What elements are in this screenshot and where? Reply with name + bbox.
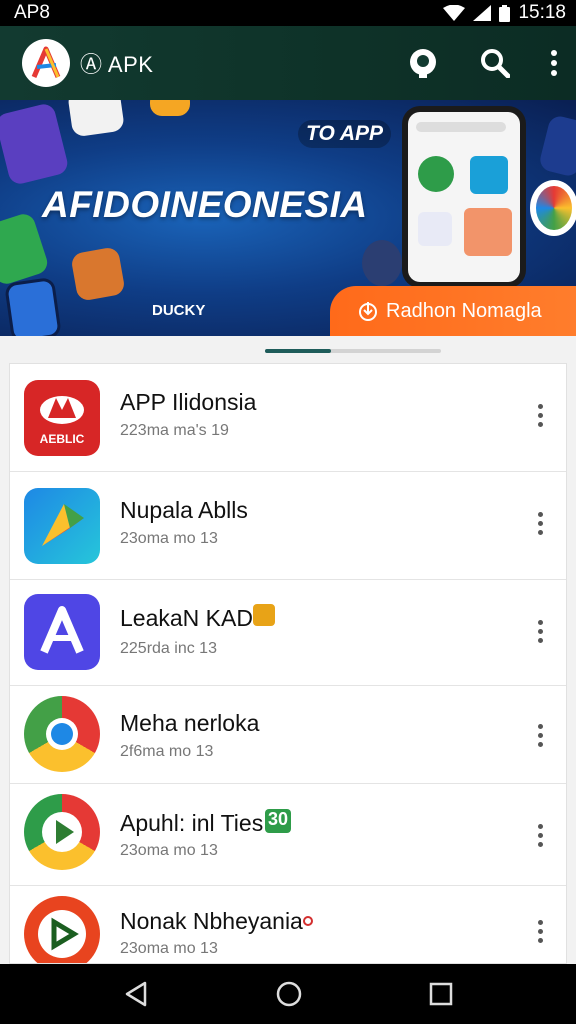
orange-app-tile — [70, 246, 126, 302]
account-icon[interactable] — [406, 46, 440, 80]
purple-a-icon — [24, 594, 100, 670]
app-meta: 2f6ma mo 13 — [120, 743, 214, 760]
carousel-indicator-active — [265, 349, 331, 353]
app-logo[interactable] — [22, 39, 70, 87]
more-options-icon[interactable] — [528, 508, 552, 538]
app-bar: Ⓐ APK — [0, 26, 576, 100]
app-list-item[interactable]: LeakaN KAD 225rda inc 13 — [10, 580, 566, 686]
more-options-icon[interactable] — [528, 616, 552, 646]
banner-cta-label: Radhon Nomagla — [386, 299, 542, 322]
signal-icon — [473, 5, 492, 21]
status-time: 15:18 — [518, 2, 566, 23]
app-name: Nonak Nbheyania — [120, 908, 303, 934]
carousel-indicator — [265, 349, 441, 353]
white-app-tile — [67, 100, 125, 138]
more-options-icon[interactable] — [528, 916, 552, 946]
search-icon[interactable] — [480, 48, 510, 78]
recents-icon[interactable] — [429, 982, 453, 1006]
app-title: Ⓐ APK — [80, 52, 154, 77]
play-like-icon — [24, 794, 100, 870]
app-list-item[interactable]: Nupala Ablls 23oma mo 13 — [10, 472, 566, 580]
app-name-dot — [303, 916, 313, 926]
red-logo-icon: AEBLIC — [24, 380, 100, 456]
status-left-text: AP8 — [14, 2, 50, 23]
blue-app-tile — [537, 113, 576, 179]
download-icon — [359, 302, 377, 321]
app-list: AEBLIC APP Ilidonsia 223ma ma's 19 Nupal… — [9, 363, 567, 964]
phone-app-tile — [4, 276, 62, 336]
app-list-item[interactable]: Nonak Nbheyania 23oma mo 13 — [10, 886, 566, 963]
status-bar: AP8 15:18 — [0, 0, 576, 26]
color-wheel-tile — [530, 180, 576, 236]
banner-headline: AFIDOINEONESIA — [42, 184, 368, 225]
overflow-menu-icon[interactable] — [550, 50, 558, 76]
app-meta: 225rda inc 13 — [120, 640, 217, 657]
phone-screen — [408, 112, 520, 282]
app-name: Apuhl: inl Ties — [120, 810, 264, 836]
back-icon[interactable] — [123, 981, 149, 1007]
app-bar-actions — [406, 46, 562, 80]
app-meta: 23oma mo 13 — [120, 842, 218, 859]
gray-app-tile — [362, 240, 402, 286]
more-options-icon[interactable] — [528, 820, 552, 850]
banner-tag: TO APP — [298, 120, 392, 148]
banner-cta[interactable]: Radhon Nomagla — [330, 286, 576, 336]
a-logo-icon — [31, 46, 61, 78]
app-meta: 223ma ma's 19 — [120, 422, 229, 439]
app-name: LeakaN KAD — [120, 605, 253, 631]
featured-banner[interactable]: TO APP AFIDOINEONESIA DUCKY Radhon Nomag… — [0, 100, 576, 336]
phone-mockup — [402, 106, 526, 288]
chrome-like-icon — [24, 696, 100, 772]
app-list-item[interactable]: AEBLIC APP Ilidonsia 223ma ma's 19 — [10, 364, 566, 472]
app-name: APP Ilidonsia — [120, 389, 257, 415]
more-options-icon[interactable] — [528, 720, 552, 750]
app-name-badge: 30 — [265, 809, 292, 833]
purple-app-tile — [0, 101, 70, 187]
app-name-emoji-badge — [253, 604, 275, 626]
banner-small-text: DUCKY — [152, 302, 206, 319]
app-name: Nupala Ablls — [120, 497, 248, 523]
blue-arrow-icon — [24, 488, 100, 564]
system-nav-bar — [0, 964, 576, 1024]
app-meta: 23oma mo 13 — [120, 530, 218, 547]
app-name: Meha nerloka — [120, 710, 260, 736]
yellow-app-tile — [150, 100, 190, 116]
battery-icon — [499, 4, 511, 22]
status-icons: 15:18 — [443, 2, 566, 24]
home-icon[interactable] — [275, 980, 303, 1008]
more-options-icon[interactable] — [528, 400, 552, 430]
wifi-icon — [443, 5, 466, 21]
app-list-item[interactable]: Apuhl: inl Ties 30 23oma mo 13 — [10, 784, 566, 886]
orange-play-icon — [24, 896, 100, 963]
app-list-item[interactable]: Meha nerloka 2f6ma mo 13 — [10, 686, 566, 784]
app-icon-label: AEBLIC — [39, 432, 85, 446]
app-meta: 23oma mo 13 — [120, 940, 218, 957]
